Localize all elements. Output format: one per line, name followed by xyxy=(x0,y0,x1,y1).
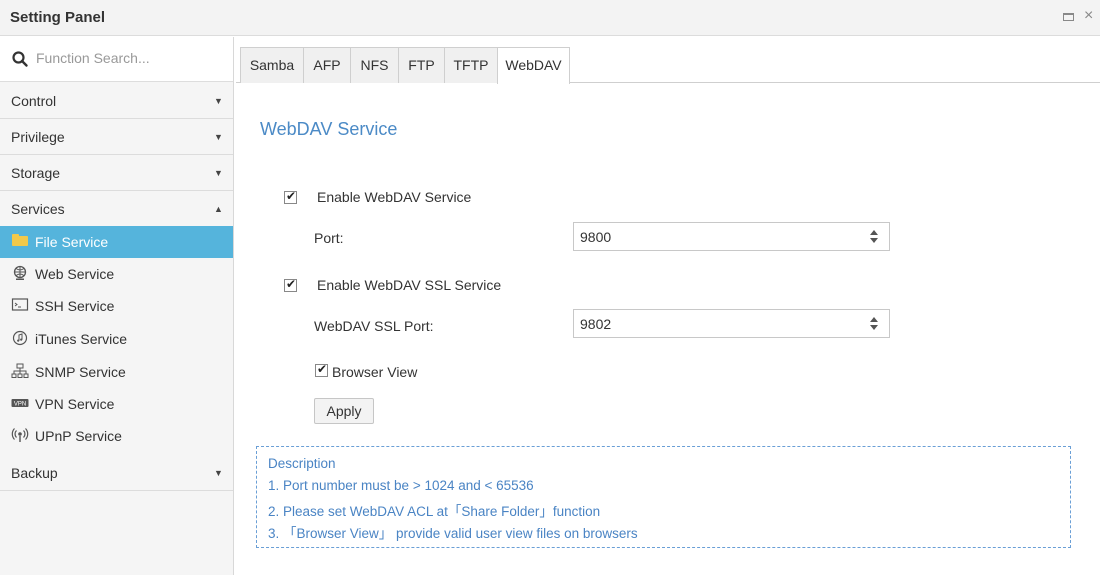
ssl-port-label: WebDAV SSL Port: xyxy=(314,318,434,334)
sidebar-item-label: File Service xyxy=(35,234,109,250)
arrow-up-icon[interactable] xyxy=(870,230,878,235)
vpn-service-icon: VPN xyxy=(11,395,29,411)
search-input[interactable] xyxy=(36,47,216,69)
port-stepper xyxy=(573,222,890,251)
chevron-down-icon: ▼ xyxy=(214,468,223,478)
itunes-service-icon xyxy=(11,330,29,346)
browser-view-label: Browser View xyxy=(332,364,418,380)
section-label: Storage xyxy=(11,165,61,181)
sidebar-item-itunes-service[interactable]: iTunes Service xyxy=(0,323,233,355)
sidebar-item-file-service[interactable]: File Service xyxy=(0,226,233,258)
enable-webdav-ssl-checkbox[interactable] xyxy=(284,277,297,292)
sidebar-item-label: VPN Service xyxy=(35,396,115,412)
chevron-down-icon: ▼ xyxy=(214,132,223,142)
svg-text:VPN: VPN xyxy=(14,402,26,408)
arrow-down-icon[interactable] xyxy=(870,238,878,243)
sidebar-section-storage[interactable]: Storage ▼ xyxy=(0,155,233,191)
browser-view-checkbox[interactable] xyxy=(315,362,328,377)
chevron-up-icon: ▲ xyxy=(214,204,223,214)
stepper-arrows[interactable] xyxy=(861,223,889,250)
sidebar-item-label: UPnP Service xyxy=(35,428,122,444)
search-icon xyxy=(12,51,28,67)
sidebar-item-label: Web Service xyxy=(35,266,115,282)
port-input[interactable] xyxy=(580,228,840,246)
ssl-port-input[interactable] xyxy=(580,315,840,333)
sidebar-section-control[interactable]: Control ▼ xyxy=(0,83,233,119)
chevron-down-icon: ▼ xyxy=(214,96,223,106)
tab-tftp[interactable]: TFTP xyxy=(444,47,498,83)
arrow-up-icon[interactable] xyxy=(870,317,878,322)
tab-bar: Samba AFP NFS FTP TFTP WebDAV xyxy=(236,47,1100,84)
sidebar-section-services[interactable]: Services ▲ xyxy=(0,191,233,227)
sidebar: Control ▼ Privilege ▼ Storage ▼ Services… xyxy=(0,37,234,575)
upnp-service-icon xyxy=(11,427,29,443)
sidebar-item-label: SSH Service xyxy=(35,298,115,314)
chevron-down-icon: ▼ xyxy=(214,168,223,178)
ssh-service-icon xyxy=(11,297,29,313)
enable-webdav-checkbox[interactable] xyxy=(284,189,297,204)
title-bar: Setting Panel × xyxy=(0,0,1100,36)
tab-afp[interactable]: AFP xyxy=(303,47,351,83)
tab-ftp[interactable]: FTP xyxy=(398,47,445,83)
enable-webdav-ssl-label: Enable WebDAV SSL Service xyxy=(317,277,502,293)
sidebar-item-label: SNMP Service xyxy=(35,364,126,380)
section-label: Services xyxy=(11,201,65,217)
tab-webdav[interactable]: WebDAV xyxy=(497,47,570,84)
section-label: Control xyxy=(11,93,57,109)
sidebar-item-ssh-service[interactable]: SSH Service xyxy=(0,290,233,322)
close-icon[interactable]: × xyxy=(1084,8,1093,24)
tab-nfs[interactable]: NFS xyxy=(350,47,399,83)
web-service-icon xyxy=(11,265,29,281)
sidebar-section-backup[interactable]: Backup ▼ xyxy=(0,455,233,491)
sidebar-section-privilege[interactable]: Privilege ▼ xyxy=(0,119,233,155)
description-line: 3. 「Browser View」 provide valid user vie… xyxy=(268,526,638,541)
description-line: 2. Please set WebDAV ACL at「Share Folder… xyxy=(268,504,601,519)
description-heading: Description xyxy=(268,456,336,471)
sidebar-item-snmp-service[interactable]: SNMP Service xyxy=(0,356,233,388)
sidebar-item-upnp-service[interactable]: UPnP Service xyxy=(0,420,233,452)
section-title: WebDAV Service xyxy=(260,119,398,139)
file-service-icon xyxy=(11,233,29,249)
arrow-down-icon[interactable] xyxy=(870,325,878,330)
enable-webdav-label: Enable WebDAV Service xyxy=(317,189,472,205)
tab-samba[interactable]: Samba xyxy=(240,47,304,83)
port-label: Port: xyxy=(314,230,344,246)
window-title: Setting Panel xyxy=(10,9,106,26)
ssl-port-stepper xyxy=(573,309,890,338)
sidebar-item-web-service[interactable]: Web Service xyxy=(0,258,233,290)
section-label: Privilege xyxy=(11,129,65,145)
section-label: Backup xyxy=(11,465,58,481)
maximize-icon[interactable] xyxy=(1063,13,1074,21)
stepper-arrows[interactable] xyxy=(861,310,889,337)
main-panel: Samba AFP NFS FTP TFTP WebDAV WebDAV Ser… xyxy=(236,37,1100,575)
description-box: Description 1. Port number must be > 102… xyxy=(256,446,1071,548)
apply-button[interactable]: Apply xyxy=(314,398,374,424)
sidebar-item-label: iTunes Service xyxy=(35,331,128,347)
function-search xyxy=(0,37,233,82)
description-line: 1. Port number must be > 1024 and < 6553… xyxy=(268,478,534,493)
sidebar-item-vpn-service[interactable]: VPN VPN Service xyxy=(0,388,233,420)
snmp-service-icon xyxy=(11,363,29,379)
